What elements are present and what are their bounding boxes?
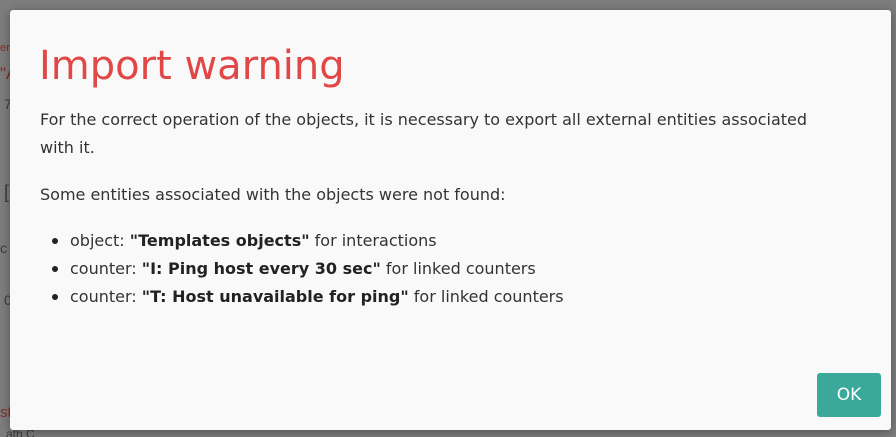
- list-item: counter: "T: Host unavailable for ping" …: [52, 283, 840, 311]
- background-text-fragment: c: [0, 240, 7, 256]
- entity-name: "I: Ping host every 30 sec": [141, 259, 381, 278]
- dialog-title: Import warning: [39, 43, 345, 89]
- background-text-fragment: [: [4, 182, 10, 202]
- entity-type: counter:: [70, 259, 137, 278]
- list-item: counter: "I: Ping host every 30 sec" for…: [52, 255, 840, 283]
- entity-type: counter:: [70, 287, 137, 306]
- list-item: object: "Templates objects" for interact…: [52, 227, 840, 255]
- entity-type: object:: [70, 231, 125, 250]
- import-warning-dialog: Import warning For the correct operation…: [10, 10, 891, 430]
- missing-entities-list: object: "Templates objects" for interact…: [40, 227, 840, 311]
- entity-name: "Templates objects": [129, 231, 310, 250]
- entity-purpose: for linked counters: [385, 259, 536, 278]
- bullet-icon: [52, 266, 58, 272]
- entity-purpose: for linked counters: [413, 287, 564, 306]
- bullet-icon: [52, 238, 58, 244]
- not-found-heading: Some entities associated with the object…: [40, 185, 506, 204]
- entity-purpose: for interactions: [314, 231, 437, 250]
- entity-name: "T: Host unavailable for ping": [141, 287, 409, 306]
- intro-text: For the correct operation of the objects…: [40, 110, 808, 157]
- bullet-icon: [52, 294, 58, 300]
- dialog-body: For the correct operation of the objects…: [40, 106, 840, 311]
- ok-button[interactable]: OK: [817, 373, 881, 417]
